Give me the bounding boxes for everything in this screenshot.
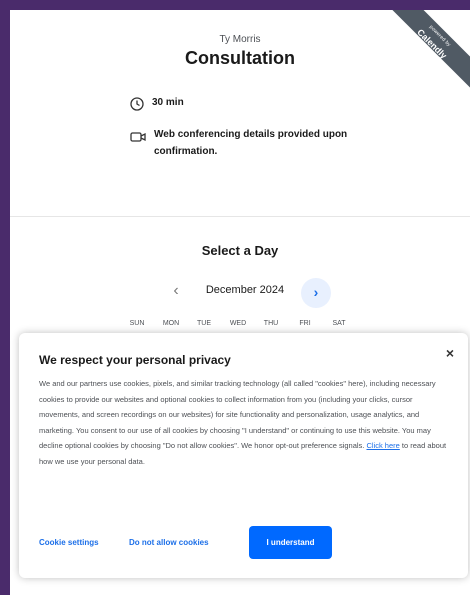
duration-text: 30 min: [152, 97, 184, 108]
current-month: December 2024: [205, 284, 285, 296]
accept-cookies-button[interactable]: I understand: [249, 526, 332, 559]
duration-row: 30 min: [130, 97, 184, 111]
cookie-title: We respect your personal privacy: [39, 353, 231, 367]
weekday-label: SUN: [129, 320, 145, 327]
divider: [10, 216, 470, 217]
decline-cookies-button[interactable]: Do not allow cookies: [129, 538, 209, 547]
previous-month-button[interactable]: ‹: [165, 280, 187, 302]
weekday-label: TUE: [197, 320, 211, 327]
weekday-label: THU: [263, 320, 279, 327]
weekday-label: MON: [162, 320, 180, 327]
cookie-body-text: We and our partners use cookies, pixels,…: [39, 379, 436, 450]
cookie-settings-button[interactable]: Cookie settings: [39, 538, 99, 547]
privacy-link[interactable]: Click here: [366, 441, 399, 450]
cookie-body: We and our partners use cookies, pixels,…: [39, 376, 449, 469]
location-row: Web conferencing details provided upon c…: [130, 126, 374, 160]
clock-icon: [130, 97, 144, 111]
weekday-label: FRI: [299, 320, 311, 327]
host-name: Ty Morris: [219, 34, 261, 45]
location-text: Web conferencing details provided upon c…: [154, 129, 348, 157]
close-icon[interactable]: ×: [446, 345, 454, 361]
cookie-consent-dialog: We respect your personal privacy × We an…: [19, 333, 468, 578]
weekday-label: SAT: [332, 320, 346, 327]
event-title: Consultation: [185, 48, 295, 68]
select-day-heading: Select a Day: [201, 243, 279, 258]
next-month-button[interactable]: ›: [301, 278, 331, 308]
month-navigation: ‹ December 2024 ›: [10, 278, 470, 308]
weekday-label: WED: [229, 320, 247, 327]
video-icon: [130, 132, 146, 142]
